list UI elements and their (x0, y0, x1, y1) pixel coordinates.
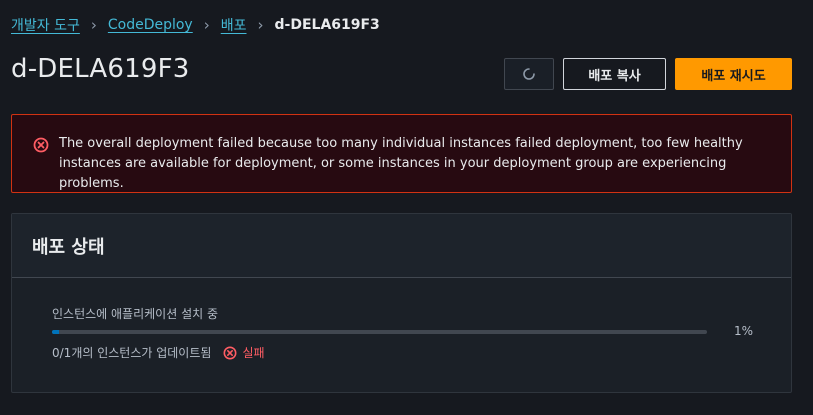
refresh-button[interactable] (504, 58, 554, 90)
copy-deployment-button[interactable]: 배포 복사 (563, 58, 666, 90)
refresh-spinner-icon (523, 68, 535, 80)
fail-status: 실패 (223, 344, 265, 361)
breadcrumb-deployments[interactable]: 배포 (221, 15, 247, 35)
progress-fill (52, 330, 59, 334)
header-actions: 배포 복사 배포 재시도 (504, 58, 792, 90)
progress-percent: 1% (734, 324, 754, 338)
error-circle-icon (223, 346, 237, 359)
breadcrumb-current: d-DELA619F3 (274, 17, 380, 33)
breadcrumb-codedeploy[interactable]: CodeDeploy (108, 17, 193, 33)
chevron-right-icon: › (90, 16, 97, 34)
progress-bar (52, 330, 707, 334)
progress-label: 인스턴스에 애플리케이션 설치 중 (52, 307, 219, 321)
deployment-status-panel: 배포 상태 인스턴스에 애플리케이션 설치 중 1% 0/1개의 인스턴스가 업… (11, 213, 792, 393)
breadcrumb-developer-tools[interactable]: 개발자 도구 (11, 15, 80, 35)
panel-header: 배포 상태 (12, 214, 791, 278)
chevron-right-icon: › (203, 16, 210, 34)
alert-message: The overall deployment failed because to… (59, 136, 743, 191)
page-title: d-DELA619F3 (11, 54, 190, 84)
fail-label: 실패 (242, 346, 265, 360)
chevron-right-icon: › (257, 16, 264, 34)
instances-updated-text: 0/1개의 인스턴스가 업데이트됨 (52, 346, 212, 360)
retry-deployment-button[interactable]: 배포 재시도 (675, 58, 792, 90)
error-alert: The overall deployment failed because to… (11, 114, 792, 193)
error-circle-icon (33, 137, 49, 153)
panel-title: 배포 상태 (32, 236, 105, 258)
instance-status: 0/1개의 인스턴스가 업데이트됨 실패 (52, 344, 265, 361)
breadcrumb: 개발자 도구 › CodeDeploy › 배포 › d-DELA619F3 (11, 14, 380, 36)
